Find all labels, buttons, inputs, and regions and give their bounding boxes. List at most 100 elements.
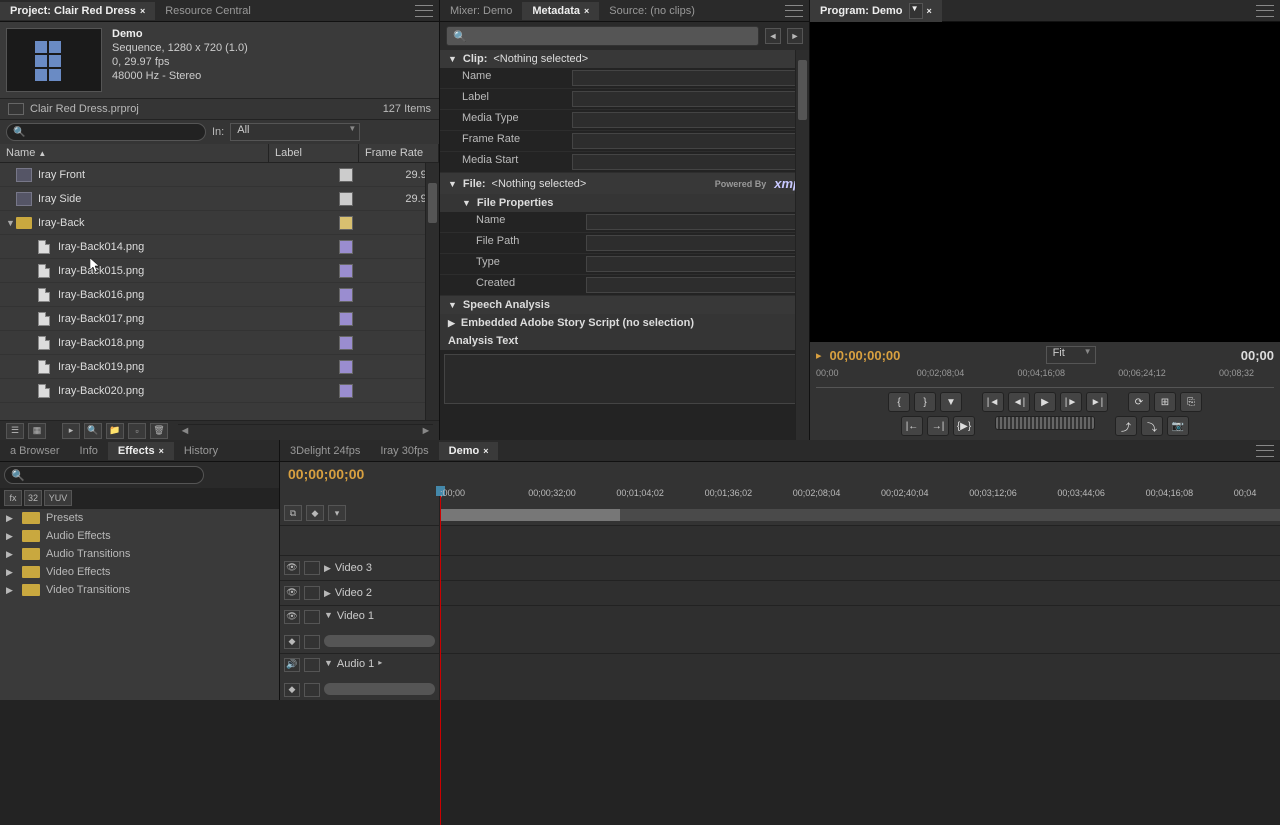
find-button[interactable]: 🔍 (84, 423, 102, 439)
project-item[interactable]: Iray-Back014.png (0, 235, 439, 259)
effects-folder[interactable]: ▶Audio Effects (0, 527, 279, 545)
clip-section-header[interactable]: ▼Clip: <Nothing selected> (440, 50, 809, 68)
label-swatch[interactable] (339, 360, 353, 374)
eye-icon[interactable]: 👁 (284, 561, 300, 575)
video-track-lane[interactable] (440, 606, 1280, 654)
jog-wheel[interactable] (995, 416, 1095, 430)
effects-folder[interactable]: ▶Presets (0, 509, 279, 527)
list-view-button[interactable]: ☰ (6, 423, 24, 439)
lock-icon[interactable] (304, 610, 320, 624)
eye-icon[interactable]: 👁 (284, 610, 300, 624)
metadata-search[interactable]: 🔍 (446, 26, 759, 46)
tab-media-browser[interactable]: a Browser (0, 442, 70, 460)
timeline-tab[interactable]: Demo× (439, 442, 499, 460)
keyframe-icon[interactable]: ◆ (284, 635, 300, 649)
speaker-icon[interactable]: 🔊 (284, 658, 300, 672)
file-section-header[interactable]: ▼File: <Nothing selected>Powered Byxmp (440, 173, 809, 194)
video-track-lane[interactable] (440, 581, 1280, 606)
loop-button[interactable]: ⟳ (1128, 392, 1150, 412)
tab-program[interactable]: Program: Demo× (810, 0, 942, 22)
mark-out-button[interactable]: } (914, 392, 936, 412)
32bit-button[interactable]: 32 (24, 490, 42, 506)
go-to-out-button[interactable]: ►| (1086, 392, 1108, 412)
panel-menu-icon[interactable] (1256, 5, 1274, 17)
sequence-thumbnail[interactable] (6, 28, 102, 92)
timeline-tab[interactable]: 3Delight 24fps (280, 442, 370, 460)
metadata-value[interactable] (586, 235, 801, 251)
output-button[interactable]: ⎘ (1180, 392, 1202, 412)
scroll-left-icon[interactable]: ◄ (178, 425, 192, 437)
in-filter-select[interactable]: All (230, 123, 360, 141)
embedded-script-header[interactable]: ▶Embedded Adobe Story Script (no selecti… (440, 314, 809, 332)
label-swatch[interactable] (339, 216, 353, 230)
track-options-icon[interactable] (304, 635, 320, 649)
tab-metadata[interactable]: Metadata× (522, 2, 599, 20)
col-header-name[interactable]: Name ▲ (0, 144, 269, 162)
lift-button[interactable]: ⤴ (1115, 416, 1137, 436)
effects-folder[interactable]: ▶Video Transitions (0, 581, 279, 599)
effects-folder[interactable]: ▶Video Effects (0, 563, 279, 581)
close-icon[interactable]: × (483, 446, 488, 456)
new-bin-button[interactable]: 📁 (106, 423, 124, 439)
panel-menu-icon[interactable] (1256, 445, 1274, 457)
scroll-right-icon[interactable]: ► (419, 425, 433, 437)
label-swatch[interactable] (339, 264, 353, 278)
close-icon[interactable]: × (927, 6, 932, 16)
timeline-timecode[interactable]: 00;00;00;00 (288, 466, 364, 482)
program-timecode[interactable]: 00;00;00;00 (830, 348, 901, 363)
lock-icon[interactable] (304, 561, 320, 575)
audio-track-header[interactable]: 🔊▼Audio 1▸◆ (280, 654, 439, 700)
audio-track-lane[interactable] (440, 654, 1280, 700)
tab-effects[interactable]: Effects× (108, 442, 174, 460)
metadata-scrollbar[interactable] (795, 50, 809, 440)
project-item[interactable]: Iray-Back019.png (0, 355, 439, 379)
go-to-next-marker-button[interactable]: →| (927, 416, 949, 436)
project-item[interactable]: Iray-Back015.png (0, 259, 439, 283)
label-swatch[interactable] (339, 192, 353, 206)
project-item[interactable]: Iray Front29.97 f (0, 163, 439, 187)
fx-badge-button[interactable]: fx (4, 490, 22, 506)
next-button[interactable]: ► (787, 28, 803, 44)
play-in-out-button[interactable]: {▶} (953, 416, 975, 436)
project-item[interactable]: ▼Iray-Back (0, 211, 439, 235)
label-swatch[interactable] (339, 168, 353, 182)
step-back-button[interactable]: ◄| (1008, 392, 1030, 412)
automate-to-seq-button[interactable]: ▸ (62, 423, 80, 439)
lock-icon[interactable] (304, 658, 320, 672)
go-to-in-button[interactable]: |◄ (982, 392, 1004, 412)
safe-margins-button[interactable]: ⊞ (1154, 392, 1176, 412)
zoom-select[interactable]: Fit (1046, 346, 1096, 364)
marker-button[interactable]: ◆ (306, 505, 324, 521)
effects-folder[interactable]: ▶Audio Transitions (0, 545, 279, 563)
project-item[interactable]: Iray Side29.97 f (0, 187, 439, 211)
set-unnumbered-marker-button[interactable]: ▼ (940, 392, 962, 412)
metadata-value[interactable] (586, 277, 801, 293)
new-item-button[interactable]: ▫ (128, 423, 146, 439)
step-forward-button[interactable]: |► (1060, 392, 1082, 412)
panel-menu-icon[interactable] (785, 5, 803, 17)
video-track-lane[interactable] (440, 556, 1280, 581)
delete-button[interactable]: 🗑 (150, 423, 168, 439)
close-icon[interactable]: × (159, 446, 164, 456)
label-swatch[interactable] (339, 240, 353, 254)
chevron-icon[interactable]: ▼ (324, 658, 333, 668)
chevron-icon[interactable]: ▼ (324, 610, 333, 620)
timeline-tab[interactable]: Iray 30fps (370, 442, 438, 460)
video-track-header[interactable]: 👁▶Video 3 (280, 556, 439, 581)
speech-section-header[interactable]: ▼Speech Analysis (440, 296, 809, 314)
tab-info[interactable]: Info (70, 442, 108, 460)
metadata-value[interactable] (572, 133, 801, 149)
export-frame-button[interactable]: 📷 (1167, 416, 1189, 436)
tab-source[interactable]: Source: (no clips) (599, 2, 705, 20)
label-swatch[interactable] (339, 288, 353, 302)
project-search[interactable]: 🔍 (6, 123, 206, 141)
panel-menu-icon[interactable] (415, 5, 433, 17)
prev-button[interactable]: ◄ (765, 28, 781, 44)
set-encore-button[interactable]: ▾ (328, 505, 346, 521)
track-options-icon[interactable] (304, 683, 320, 697)
metadata-value[interactable] (572, 70, 801, 86)
chevron-icon[interactable]: ▶ (324, 563, 331, 574)
chevron-icon[interactable]: ▶ (324, 588, 331, 599)
effects-search[interactable]: 🔍 (4, 466, 204, 484)
col-header-label[interactable]: Label (269, 144, 359, 162)
